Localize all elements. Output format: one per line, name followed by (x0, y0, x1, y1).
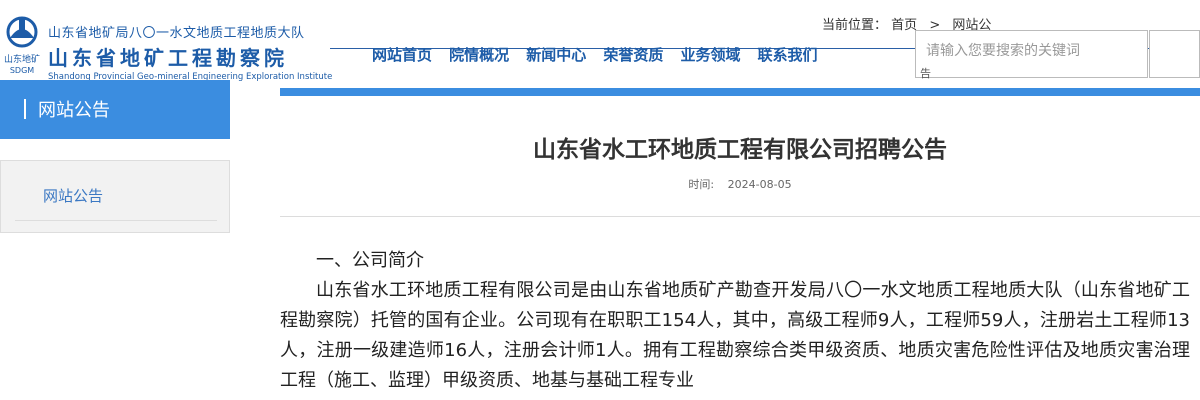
article-meta: 时间: 2024-08-05 (280, 176, 1200, 192)
logo-mark-text: 山东地矿 (4, 53, 40, 65)
nav-item-home[interactable]: 网站首页 (372, 46, 432, 64)
article-date: 2024-08-05 (727, 178, 792, 191)
nav-item-business[interactable]: 业务领域 (680, 46, 740, 64)
article-paragraph: 山东省水工环地质工程有限公司是由山东省地质矿产勘查开发局八〇一水文地质工程地质大… (280, 280, 1190, 391)
search-box: 告 (915, 30, 1148, 80)
sidebar-item-divider (15, 220, 217, 221)
article-body: 一、公司简介 山东省水工环地质工程有限公司是由山东省地质矿产勘查开发局八〇一水文… (280, 246, 1190, 396)
breadcrumb-prefix: 当前位置： (822, 18, 888, 33)
logo-emblem-icon[interactable]: 山东地矿 SDGM (0, 12, 44, 76)
site-header: 山东地矿 SDGM 山东省地矿局八〇一水文地质工程地质大队 山东省地矿工程勘察院… (0, 0, 1200, 82)
logo-line-2: 山东省地矿工程勘察院 (48, 46, 288, 70)
nav-item-honors[interactable]: 荣誉资质 (603, 46, 663, 64)
nav-item-news[interactable]: 新闻中心 (526, 46, 586, 64)
logo-text[interactable]: 山东省地矿局八〇一水文地质工程地质大队 山东省地矿工程勘察院 Shandong … (48, 22, 332, 82)
main-nav: 网站首页 院情概况 新闻中心 荣誉资质 业务领域 联系我们 (372, 44, 830, 65)
date-label: 时间: (688, 178, 715, 191)
sidebar-title: 网站公告 (38, 100, 110, 121)
search-input[interactable] (916, 31, 1136, 59)
sidebar-menu: 网站公告 (0, 160, 230, 233)
section-heading: 一、公司简介 (316, 250, 424, 271)
sidebar-item-notices[interactable]: 网站公告 (43, 185, 103, 206)
search-overflow-text: 告 (920, 67, 931, 80)
content-top-bar (280, 88, 1200, 96)
nav-item-contact[interactable]: 联系我们 (758, 46, 818, 64)
nav-item-about[interactable]: 院情概况 (449, 46, 509, 64)
logo-mark-abbr: SDGM (10, 66, 34, 75)
sidebar-header: 网站公告 (0, 80, 230, 139)
search-button[interactable] (1149, 30, 1200, 78)
breadcrumb-home-link[interactable]: 首页 (891, 18, 917, 33)
sidebar-header-bar (24, 99, 26, 119)
logo-line-1: 山东省地矿局八〇一水文地质工程地质大队 (48, 26, 305, 41)
title-divider (280, 216, 1200, 217)
article-title: 山东省水工环地质工程有限公司招聘公告 (533, 137, 947, 163)
